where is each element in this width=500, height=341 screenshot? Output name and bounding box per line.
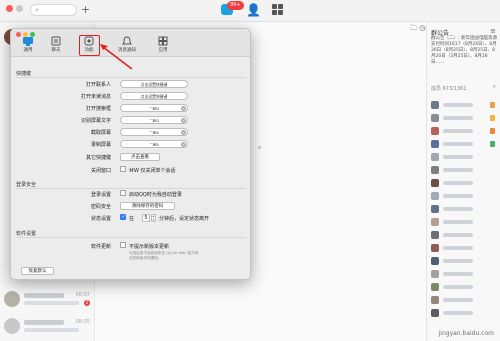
tab-general[interactable]: 通用 bbox=[13, 36, 43, 56]
divider bbox=[16, 188, 246, 189]
shortcut-field-contacts[interactable]: 点击设置快捷键 bbox=[120, 80, 188, 88]
shortcut-field-ocr[interactable]: ⌃⌘O × bbox=[120, 116, 188, 124]
member-row[interactable] bbox=[431, 101, 497, 111]
close-window-checkbox[interactable] bbox=[120, 166, 126, 172]
login-security-section-title: 登录安全 bbox=[16, 182, 37, 188]
shortcut-field-screenshot[interactable]: ⌃⌘A × bbox=[120, 128, 188, 136]
status-suffix: 分钟后，设定状态离开 bbox=[159, 216, 210, 222]
shortcut-field-unread[interactable]: 点击设置快捷键 bbox=[120, 92, 188, 100]
login-settings-label: 登录设置 bbox=[90, 192, 111, 198]
no-update-option: 不提示新版本更新 bbox=[129, 244, 170, 250]
tab-apps[interactable]: 应用 bbox=[148, 36, 178, 56]
shortcut-label: 打开搜索框 bbox=[85, 106, 111, 112]
clear-icon[interactable]: × bbox=[181, 106, 186, 111]
close-window-option: ⌘W 仅关闭单个会话 bbox=[129, 168, 176, 174]
member-row[interactable] bbox=[431, 166, 497, 176]
divider bbox=[16, 237, 246, 238]
shortcut-field-record[interactable]: ⌃⌘R × bbox=[120, 140, 188, 148]
contacts-icon[interactable]: 👤 bbox=[246, 3, 261, 17]
tab-general-label: 通用 bbox=[23, 48, 33, 53]
group-info-panel: 群公告 ≡ 群公告（二）: 新年团战电脑资源支付时间1617（8月24日）、8月… bbox=[426, 22, 500, 341]
watermark: jingyan.baidu.com bbox=[438, 330, 494, 337]
shortcut-label: 打开未读消息 bbox=[80, 94, 111, 100]
tab-chat-label: 聊天 bbox=[51, 48, 61, 53]
close-window-label: 关闭窗口 bbox=[90, 168, 111, 174]
member-row[interactable] bbox=[431, 309, 497, 319]
tab-highlight-box bbox=[79, 35, 100, 56]
status-prefix: 在 bbox=[129, 216, 135, 222]
away-status-checkbox[interactable] bbox=[120, 214, 126, 220]
view-shortcuts-button[interactable]: 点击查看 bbox=[120, 153, 160, 161]
minutes-stepper[interactable]: ▴ ▾ bbox=[151, 214, 156, 222]
member-row[interactable] bbox=[431, 218, 497, 228]
auto-login-checkbox[interactable] bbox=[120, 190, 126, 196]
tab-notifications[interactable]: 消息通知 bbox=[109, 36, 145, 56]
member-row[interactable] bbox=[431, 257, 497, 267]
divider bbox=[16, 77, 246, 78]
preferences-toolbar: 通用 聊天 功能 消息通知 应用 bbox=[11, 29, 250, 57]
clear-icon[interactable]: × bbox=[181, 142, 186, 147]
general-tab-icon bbox=[23, 37, 33, 46]
search-input[interactable]: ⌕ bbox=[30, 4, 77, 16]
unread-badge: 99+ bbox=[227, 1, 244, 10]
update-hint-line2: 站的新版本的通知。 bbox=[129, 256, 162, 260]
preferences-content: 快捷键 打开联系人 点击设置快捷键 打开未读消息 点击设置快捷键 打开搜索框 ⌃… bbox=[11, 58, 250, 279]
chat-tab-icon bbox=[51, 36, 61, 46]
tab-chat[interactable]: 聊天 bbox=[41, 36, 71, 56]
clear-icon[interactable]: × bbox=[181, 118, 186, 123]
auto-login-option: 启动QQ时为我自动登录 bbox=[129, 192, 182, 198]
minimize-dot[interactable] bbox=[16, 5, 23, 12]
top-bar: ⌕ + 99+ 👤 bbox=[0, 0, 500, 22]
unread-count-badge: 2 bbox=[84, 300, 90, 306]
preferences-dialog: 通用 聊天 功能 消息通知 应用 快捷键 打开联系人 点击设置快捷键 打开未读消… bbox=[10, 28, 251, 280]
member-search-icon[interactable]: ⌕ bbox=[493, 83, 496, 91]
apps-grid-icon[interactable] bbox=[272, 4, 283, 15]
chat-time: 08:05 bbox=[75, 319, 90, 325]
apps-tab-icon bbox=[158, 36, 168, 46]
member-row[interactable] bbox=[431, 140, 497, 150]
tab-apps-label: 应用 bbox=[158, 48, 168, 53]
member-row[interactable] bbox=[431, 205, 497, 215]
member-row[interactable] bbox=[431, 244, 497, 254]
folder-icon[interactable]: 🗀 ◷ bbox=[410, 24, 425, 35]
member-row[interactable] bbox=[431, 270, 497, 280]
add-button[interactable]: + bbox=[81, 3, 90, 16]
member-row[interactable] bbox=[431, 231, 497, 241]
notification-tab-icon bbox=[122, 36, 132, 45]
shortcut-label: 截取屏幕 bbox=[90, 130, 111, 136]
other-shortcuts-label: 其它快捷键 bbox=[85, 155, 111, 161]
shortcut-field-search[interactable]: ⌃⌘D × bbox=[120, 104, 188, 112]
member-count: 成员 673/1361 bbox=[431, 86, 467, 92]
clear-password-button[interactable]: 清除保存的密码 bbox=[120, 202, 175, 210]
member-row[interactable] bbox=[431, 296, 497, 306]
away-minutes-field[interactable]: 5 bbox=[142, 214, 150, 222]
close-dot[interactable] bbox=[6, 5, 13, 12]
member-row[interactable] bbox=[431, 192, 497, 202]
password-security-label: 密码安全 bbox=[90, 204, 111, 210]
chat-time: 08:07 bbox=[75, 292, 90, 298]
list-item[interactable]: 08:05 bbox=[4, 317, 90, 337]
member-row[interactable] bbox=[431, 153, 497, 163]
restore-defaults-button[interactable]: 恢复默认 bbox=[21, 267, 54, 275]
member-row[interactable] bbox=[431, 127, 497, 137]
status-settings-label: 状态设置 bbox=[90, 216, 111, 222]
search-icon: ⌕ bbox=[35, 6, 39, 14]
shortcut-label: 录制屏幕 bbox=[90, 142, 111, 148]
member-row[interactable] bbox=[431, 179, 497, 189]
shortcut-label: 识别屏幕文字 bbox=[80, 118, 111, 124]
announcement-text: 群公告（二）: 新年团战电脑资源支付时间1617（8月24日）、8月26日（8月… bbox=[431, 36, 497, 65]
loading-dot bbox=[258, 146, 261, 149]
list-item[interactable]: 08:07 2 bbox=[4, 290, 90, 310]
tab-notifications-label: 消息通知 bbox=[118, 48, 136, 53]
shortcuts-section-title: 快捷键 bbox=[16, 71, 32, 77]
more-menu-icon[interactable]: ≡ bbox=[490, 27, 496, 35]
no-update-checkbox[interactable] bbox=[120, 242, 126, 248]
shortcut-label: 打开联系人 bbox=[85, 82, 111, 88]
member-row[interactable] bbox=[431, 114, 497, 124]
clear-icon[interactable]: × bbox=[181, 130, 186, 135]
member-row[interactable] bbox=[431, 283, 497, 293]
software-update-label: 软件更新 bbox=[90, 244, 111, 250]
software-section-title: 软件设置 bbox=[16, 231, 37, 237]
